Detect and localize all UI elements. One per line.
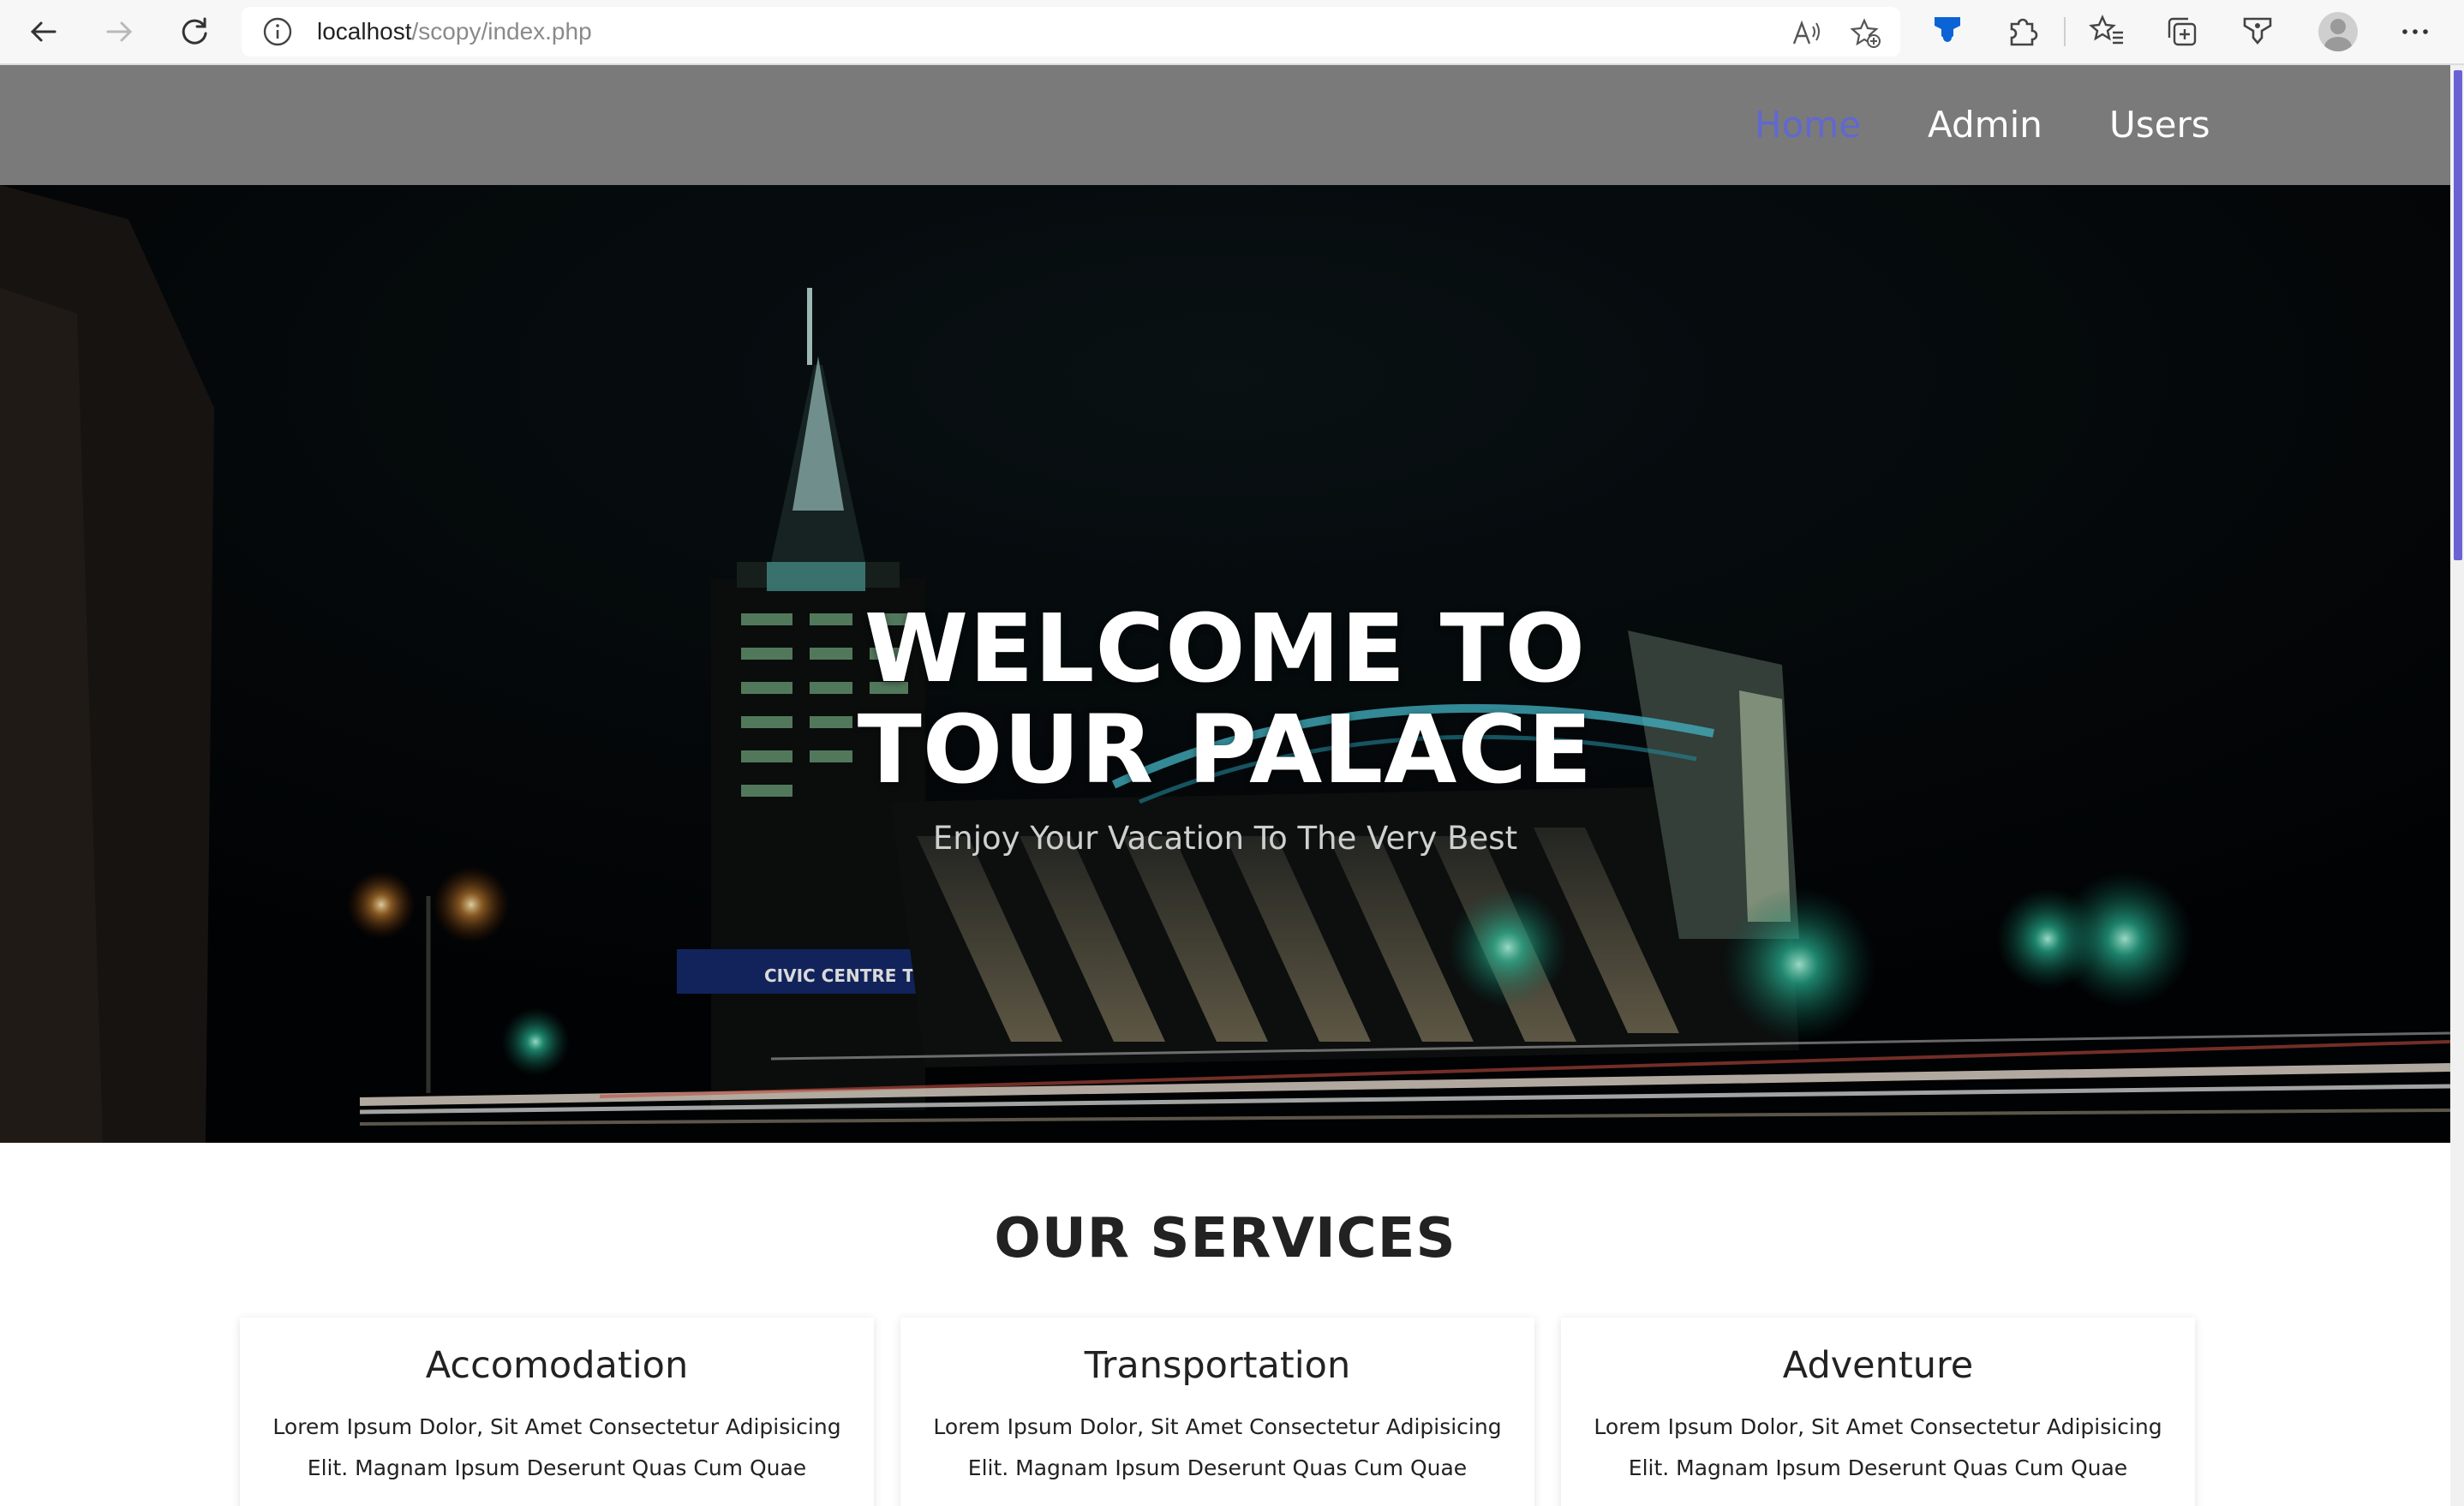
service-card-text: Lorem Ipsum Dolor, Sit Amet Consectetur …: [1594, 1414, 2162, 1480]
extension-shield-icon[interactable]: [1928, 12, 1967, 51]
address-bar[interactable]: localhost/scopy/index.php: [242, 7, 1900, 57]
collections-icon[interactable]: [2162, 12, 2202, 51]
forward-icon[interactable]: [98, 10, 141, 53]
more-menu-icon[interactable]: [2395, 12, 2435, 51]
service-card-title: Accomodation: [425, 1344, 689, 1387]
url-path: /scopy/index.php: [411, 18, 592, 45]
service-card-text: Lorem Ipsum Dolor, Sit Amet Consectetur …: [933, 1414, 1502, 1480]
profile-avatar-icon[interactable]: [2318, 12, 2358, 51]
reload-icon[interactable]: [173, 10, 216, 53]
scrollbar-thumb[interactable]: [2454, 70, 2462, 560]
toolbar-separator: [2064, 17, 2066, 46]
service-card-accomodation: Accomodation Lorem Ipsum Dolor, Sit Amet…: [240, 1318, 874, 1506]
url-text[interactable]: localhost/scopy/index.php: [317, 17, 592, 46]
services-heading: OUR SERVICES: [994, 1207, 1456, 1270]
site-info-icon[interactable]: [262, 16, 293, 47]
page-viewport: Home Admin Users CIVIC CENTRE TOWERS WEL…: [0, 65, 2450, 1506]
back-icon[interactable]: [22, 10, 65, 53]
hero-subtitle: Enjoy Your Vacation To The Very Best: [932, 820, 1518, 857]
page-scrollbar[interactable]: [2450, 65, 2464, 1506]
read-aloud-icon[interactable]: [1791, 18, 1821, 49]
url-host: localhost: [317, 18, 412, 45]
service-card-title: Adventure: [1782, 1344, 1974, 1387]
browser-essentials-icon[interactable]: [2238, 12, 2277, 51]
service-card-transportation: Transportation Lorem Ipsum Dolor, Sit Am…: [900, 1318, 1534, 1506]
service-card-text: Lorem Ipsum Dolor, Sit Amet Consectetur …: [272, 1414, 841, 1480]
extensions-icon[interactable]: [2003, 12, 2042, 51]
site-header: Home Admin Users: [0, 65, 2450, 185]
add-favorite-icon[interactable]: [1851, 18, 1881, 49]
nav-admin-link[interactable]: Admin: [1928, 99, 2042, 151]
nav-users-link[interactable]: Users: [2109, 99, 2210, 151]
service-card-adventure: Adventure Lorem Ipsum Dolor, Sit Amet Co…: [1561, 1318, 2195, 1506]
service-card-title: Transportation: [1084, 1344, 1351, 1387]
hero-banner: CIVIC CENTRE TOWERS WELCOME TO TOUR PALA…: [0, 185, 2450, 1143]
browser-toolbar: localhost/scopy/index.php: [0, 0, 2464, 65]
favorites-icon[interactable]: [2087, 12, 2126, 51]
hero-title: WELCOME TO TOUR PALACE: [857, 593, 1594, 804]
nav-home-link[interactable]: Home: [1755, 99, 1861, 151]
